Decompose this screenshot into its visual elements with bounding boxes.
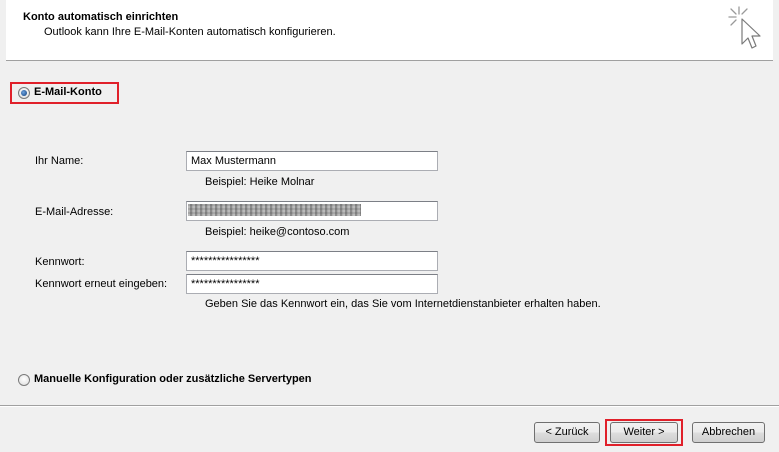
name-input[interactable]: Max Mustermann — [186, 151, 438, 171]
next-button[interactable]: Weiter > — [610, 422, 678, 443]
back-button[interactable]: < Zurück — [534, 422, 600, 443]
wizard-header: Konto automatisch einrichten Outlook kan… — [6, 0, 773, 61]
password-hint: Geben Sie das Kennwort ein, das Sie vom … — [205, 298, 601, 310]
password-repeat-input[interactable]: **************** — [186, 274, 438, 294]
email-redacted-blur — [188, 204, 361, 216]
name-label: Ihr Name: — [35, 155, 84, 167]
cancel-button[interactable]: Abbrechen — [692, 422, 765, 443]
name-hint: Beispiel: Heike Molnar — [205, 176, 315, 188]
email-label: E-Mail-Adresse: — [35, 206, 114, 218]
footer-divider — [0, 405, 779, 407]
manual-config-label[interactable]: Manuelle Konfiguration oder zusätzliche … — [34, 373, 312, 385]
password-repeat-label: Kennwort erneut eingeben: — [35, 278, 168, 290]
email-account-radio[interactable] — [18, 87, 30, 99]
window-border-left — [0, 0, 6, 452]
email-account-label[interactable]: E-Mail-Konto — [34, 86, 102, 98]
email-hint: Beispiel: heike@contoso.com — [205, 226, 350, 238]
password-label: Kennwort: — [35, 256, 85, 268]
password-input[interactable]: **************** — [186, 251, 438, 271]
cursor-sparkle-icon — [728, 6, 761, 49]
header-title: Konto automatisch einrichten — [23, 11, 179, 23]
window-border-right — [773, 0, 779, 452]
header-subtitle: Outlook kann Ihre E-Mail-Konten automati… — [44, 26, 336, 38]
manual-config-radio[interactable] — [18, 374, 30, 386]
